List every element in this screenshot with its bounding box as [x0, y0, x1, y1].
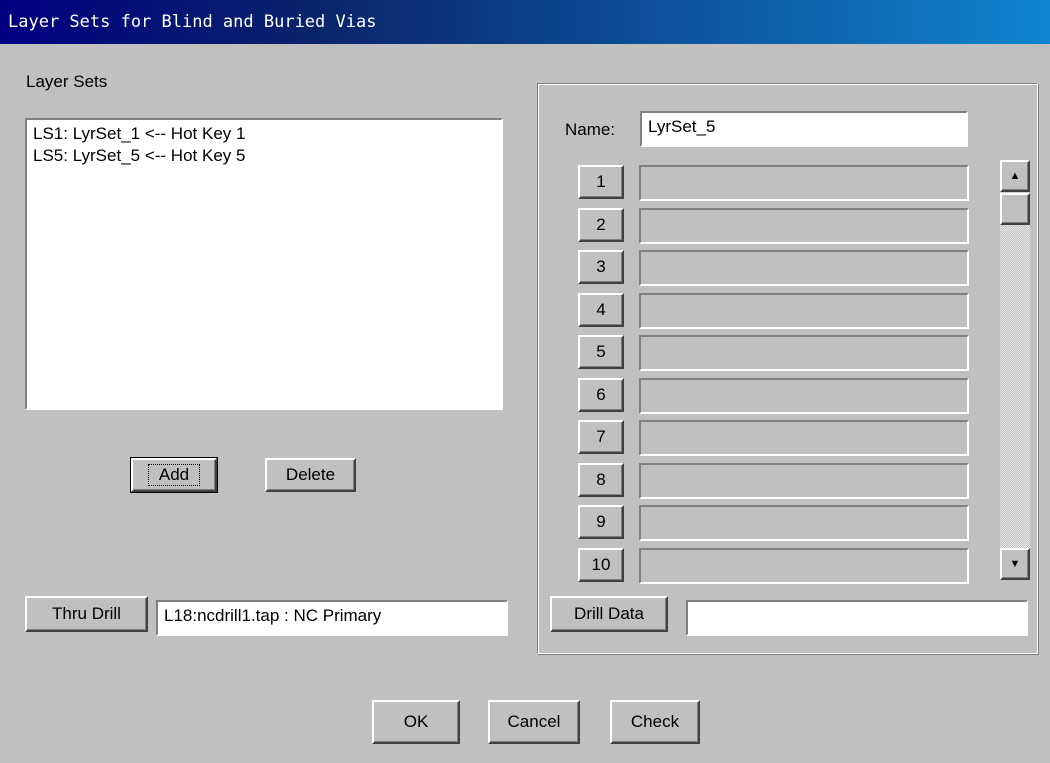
list-item[interactable]: LS5: LyrSet_5 <-- Hot Key 5 [27, 145, 501, 167]
layer-row-field[interactable] [639, 463, 969, 499]
cancel-button[interactable]: Cancel [488, 700, 580, 744]
layer-row-number: 1 [596, 172, 606, 191]
layer-row-button[interactable]: 3 [578, 250, 624, 284]
layer-row-button[interactable]: 9 [578, 505, 624, 539]
delete-button[interactable]: Delete [265, 458, 356, 492]
add-button[interactable]: Add [130, 457, 218, 493]
scroll-up-button[interactable]: ▲ [1000, 160, 1030, 192]
layer-row-button[interactable]: 4 [578, 293, 624, 327]
thru-drill-field[interactable]: L18:ncdrill1.tap : NC Primary [156, 600, 508, 636]
layer-row-number: 5 [596, 342, 606, 361]
layer-row-field[interactable] [639, 420, 969, 456]
layer-row-number: 4 [596, 300, 606, 319]
name-label: Name: [565, 120, 616, 139]
layer-row-field[interactable] [639, 335, 969, 371]
ok-button[interactable]: OK [372, 700, 460, 744]
layer-row-field[interactable] [639, 250, 969, 286]
window-title: Layer Sets for Blind and Buried Vias [0, 0, 1050, 44]
layer-row-button[interactable]: 1 [578, 165, 624, 199]
layer-row-number: 6 [596, 385, 606, 404]
check-button[interactable]: Check [610, 700, 700, 744]
layer-row-number: 2 [596, 215, 606, 234]
layer-row-field[interactable] [639, 548, 969, 584]
layer-row-number: 7 [596, 427, 606, 446]
name-field[interactable]: LyrSet_5 [640, 111, 968, 147]
add-button-label: Add [147, 464, 201, 486]
layer-row-number: 8 [596, 470, 606, 489]
thru-drill-button[interactable]: Thru Drill [25, 596, 148, 632]
layer-row-button[interactable]: 8 [578, 463, 624, 497]
layer-row-button[interactable]: 10 [578, 548, 624, 582]
list-item[interactable]: LS1: LyrSet_1 <-- Hot Key 1 [27, 123, 501, 145]
layer-row-field[interactable] [639, 378, 969, 414]
drill-data-field[interactable] [686, 600, 1028, 636]
arrow-up-icon: ▲ [1009, 169, 1021, 182]
layer-row-button[interactable]: 6 [578, 378, 624, 412]
ok-button-label: OK [403, 712, 429, 731]
layer-row-button[interactable]: 5 [578, 335, 624, 369]
scroll-down-button[interactable]: ▼ [1000, 548, 1030, 580]
check-button-label: Check [630, 712, 680, 731]
layer-row-button[interactable]: 7 [578, 420, 624, 454]
thru-drill-value: L18:ncdrill1.tap : NC Primary [164, 606, 382, 625]
layer-row-field[interactable] [639, 293, 969, 329]
layer-row-button[interactable]: 2 [578, 208, 624, 242]
thru-drill-button-label: Thru Drill [52, 604, 121, 623]
delete-button-label: Delete [285, 465, 336, 484]
layer-row-field[interactable] [639, 208, 969, 244]
arrow-down-icon: ▼ [1009, 557, 1021, 570]
drill-data-button[interactable]: Drill Data [550, 596, 668, 632]
cancel-button-label: Cancel [507, 712, 561, 731]
layer-row-number: 10 [591, 555, 611, 574]
layer-sets-list[interactable]: LS1: LyrSet_1 <-- Hot Key 1 LS5: LyrSet_… [25, 118, 503, 410]
name-value: LyrSet_5 [648, 117, 716, 136]
scroll-thumb[interactable] [1000, 193, 1030, 225]
layer-row-field[interactable] [639, 505, 969, 541]
layer-row-number: 9 [596, 512, 606, 531]
layer-row-number: 3 [596, 257, 606, 276]
drill-data-button-label: Drill Data [574, 604, 644, 623]
layer-row-field[interactable] [639, 165, 969, 201]
layer-sets-label: Layer Sets [26, 72, 108, 91]
